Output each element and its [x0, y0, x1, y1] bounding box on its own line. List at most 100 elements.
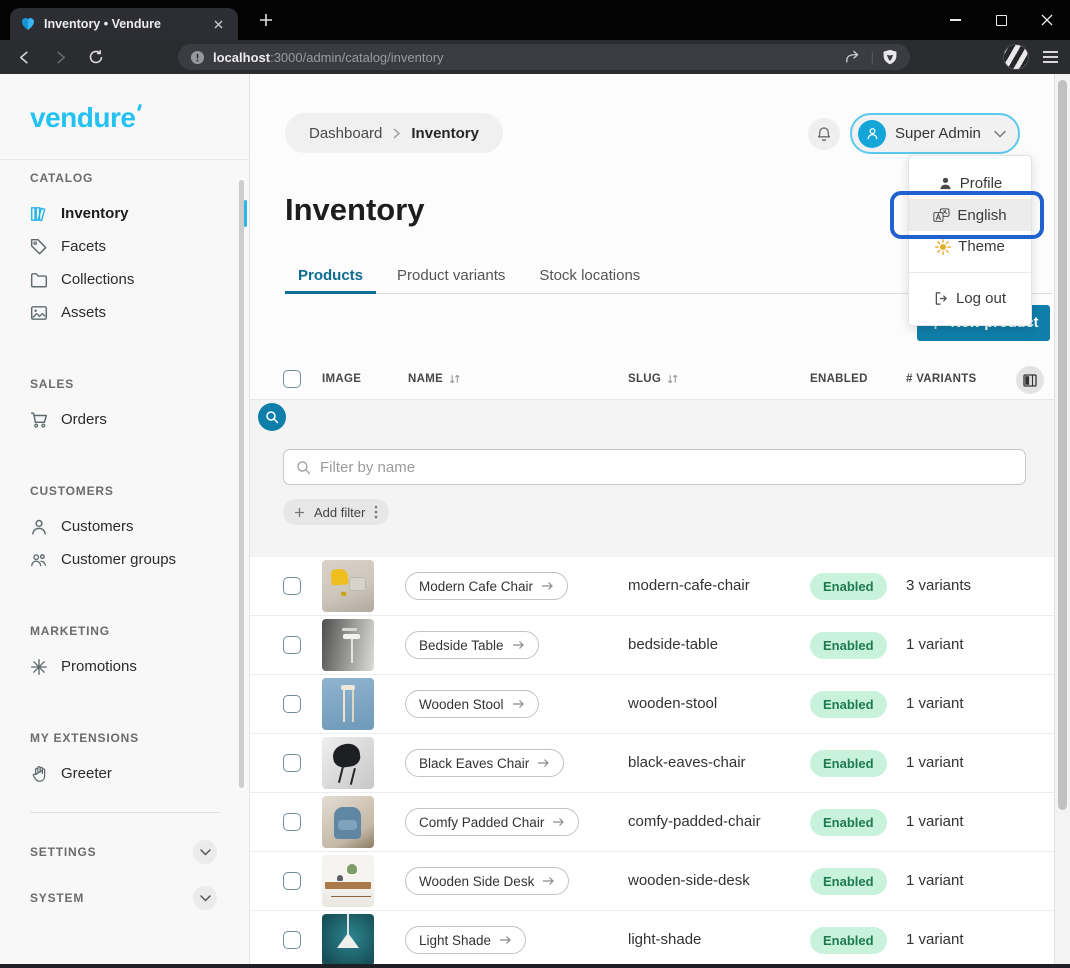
section-title-sales: SALES [30, 377, 249, 391]
minimize-button[interactable] [932, 0, 978, 40]
divider: | [871, 50, 874, 65]
search-icon [296, 460, 311, 475]
browser-tab[interactable]: Inventory • Vendure [10, 8, 238, 40]
breadcrumb[interactable]: Dashboard Inventory [285, 113, 503, 153]
arrow-right-icon [499, 935, 512, 945]
sidebar-section-settings[interactable]: SETTINGS [30, 837, 249, 867]
sidebar-item-customers[interactable]: Customers [30, 510, 249, 543]
row-checkbox[interactable] [283, 577, 301, 595]
maximize-button[interactable] [978, 0, 1024, 40]
user-menu-button[interactable]: Super Admin [850, 113, 1020, 154]
sidebar-item-collections[interactable]: Collections [30, 263, 249, 296]
row-checkbox[interactable] [283, 754, 301, 772]
product-name-button[interactable]: Wooden Stool [405, 690, 539, 718]
sidebar-item-label: Collections [61, 271, 134, 288]
status-badge: Enabled [810, 750, 887, 777]
new-tab-button[interactable] [256, 10, 276, 30]
table-row[interactable]: Wooden Stool wooden-stool Enabled 1 vari… [250, 675, 1054, 734]
row-checkbox[interactable] [283, 636, 301, 654]
chevron-right-icon [392, 128, 401, 139]
site-info-icon[interactable] [190, 50, 205, 65]
table-row[interactable]: Wooden Side Desk wooden-side-desk Enable… [250, 852, 1054, 911]
table-row[interactable]: Comfy Padded Chair comfy-padded-chair En… [250, 793, 1054, 852]
column-slug[interactable]: SLUG [628, 373, 679, 385]
user-name: Super Admin [895, 125, 985, 142]
filter-input-wrap [283, 449, 1026, 485]
sidebar-item-promotions[interactable]: Promotions [30, 650, 249, 683]
reload-icon[interactable] [84, 45, 108, 69]
url-bar[interactable]: localhost:3000/admin/catalog/inventory | [178, 44, 910, 70]
sidebar-section-system[interactable]: SYSTEM [30, 883, 249, 913]
status-badge: Enabled [810, 573, 887, 600]
breadcrumb-dashboard[interactable]: Dashboard [309, 125, 382, 142]
chevron-down-icon[interactable] [193, 886, 217, 910]
sidebar-item-orders[interactable]: Orders [30, 403, 249, 436]
sidebar-item-customer-groups[interactable]: Customer groups [30, 543, 249, 576]
column-name[interactable]: NAME [408, 373, 461, 385]
inventory-icon [30, 205, 48, 223]
table-row[interactable]: Light Shade light-shade Enabled 1 varian… [250, 911, 1054, 964]
brave-shield-icon[interactable] [882, 49, 898, 66]
product-name: Light Shade [419, 933, 491, 948]
select-all-checkbox[interactable] [283, 370, 301, 388]
page-scrollbar-track [1054, 74, 1070, 964]
notifications-button[interactable] [808, 118, 840, 150]
table-row[interactable]: Modern Cafe Chair modern-cafe-chair Enab… [250, 557, 1054, 616]
filter-by-name-input[interactable] [320, 459, 1013, 476]
kebab-icon[interactable] [374, 505, 378, 519]
search-icon [265, 410, 279, 424]
row-checkbox[interactable] [283, 872, 301, 890]
forward-icon[interactable] [48, 45, 72, 69]
menu-item-logout[interactable]: Log out [909, 281, 1031, 315]
plus-icon [294, 507, 305, 518]
variant-count: 1 variant [906, 872, 964, 889]
arrow-right-icon [541, 581, 554, 591]
back-icon[interactable] [12, 45, 36, 69]
browser-profile-avatar[interactable] [1003, 44, 1029, 70]
sidebar-item-facets[interactable]: Facets [30, 230, 249, 263]
product-name-button[interactable]: Light Shade [405, 926, 526, 954]
close-button[interactable] [1024, 0, 1070, 40]
tab-products[interactable]: Products [285, 260, 376, 294]
divider [30, 812, 219, 813]
menu-item-language[interactable]: English [909, 199, 1031, 231]
sidebar-item-inventory[interactable]: Inventory [30, 197, 249, 230]
sun-icon [935, 239, 951, 255]
product-name-button[interactable]: Modern Cafe Chair [405, 572, 568, 600]
product-name-button[interactable]: Comfy Padded Chair [405, 808, 579, 836]
product-image [322, 560, 374, 612]
add-filter-button[interactable]: Add filter [283, 499, 389, 525]
tab-stock-locations[interactable]: Stock locations [526, 260, 653, 294]
sidebar-item-assets[interactable]: Assets [30, 296, 249, 329]
arrow-right-icon [552, 817, 565, 827]
row-checkbox[interactable] [283, 695, 301, 713]
tab-product-variants[interactable]: Product variants [384, 260, 518, 294]
browser-window: Inventory • Vendure localhost:3000/admin… [0, 0, 1070, 968]
sidebar-item-greeter[interactable]: Greeter [30, 757, 249, 790]
vendure-logo[interactable]: vendure [30, 102, 135, 134]
table-row[interactable]: Bedside Table bedside-table Enabled 1 va… [250, 616, 1054, 675]
product-slug: black-eaves-chair [628, 754, 746, 771]
menu-item-profile[interactable]: Profile [909, 168, 1031, 199]
search-button[interactable] [258, 403, 286, 431]
row-checkbox[interactable] [283, 813, 301, 831]
product-name-button[interactable]: Wooden Side Desk [405, 867, 569, 895]
filter-panel: Add filter [250, 400, 1054, 557]
column-variants: # VARIANTS [906, 373, 977, 385]
row-checkbox[interactable] [283, 931, 301, 949]
users-icon [30, 551, 48, 569]
page-scrollbar-thumb[interactable] [1058, 80, 1067, 810]
browser-menu-icon[interactable] [1043, 51, 1058, 63]
columns-icon [1023, 374, 1037, 387]
sidebar-scrollbar[interactable] [239, 180, 244, 788]
hand-icon [30, 765, 48, 783]
table-row[interactable]: Black Eaves Chair black-eaves-chair Enab… [250, 734, 1054, 793]
user-icon [30, 518, 48, 536]
menu-item-theme[interactable]: Theme [909, 231, 1031, 262]
product-name-button[interactable]: Bedside Table [405, 631, 539, 659]
share-icon[interactable] [845, 49, 863, 65]
product-name-button[interactable]: Black Eaves Chair [405, 749, 564, 777]
chevron-down-icon[interactable] [193, 840, 217, 864]
tab-close-icon[interactable] [208, 14, 228, 34]
column-settings-button[interactable] [1016, 366, 1044, 394]
